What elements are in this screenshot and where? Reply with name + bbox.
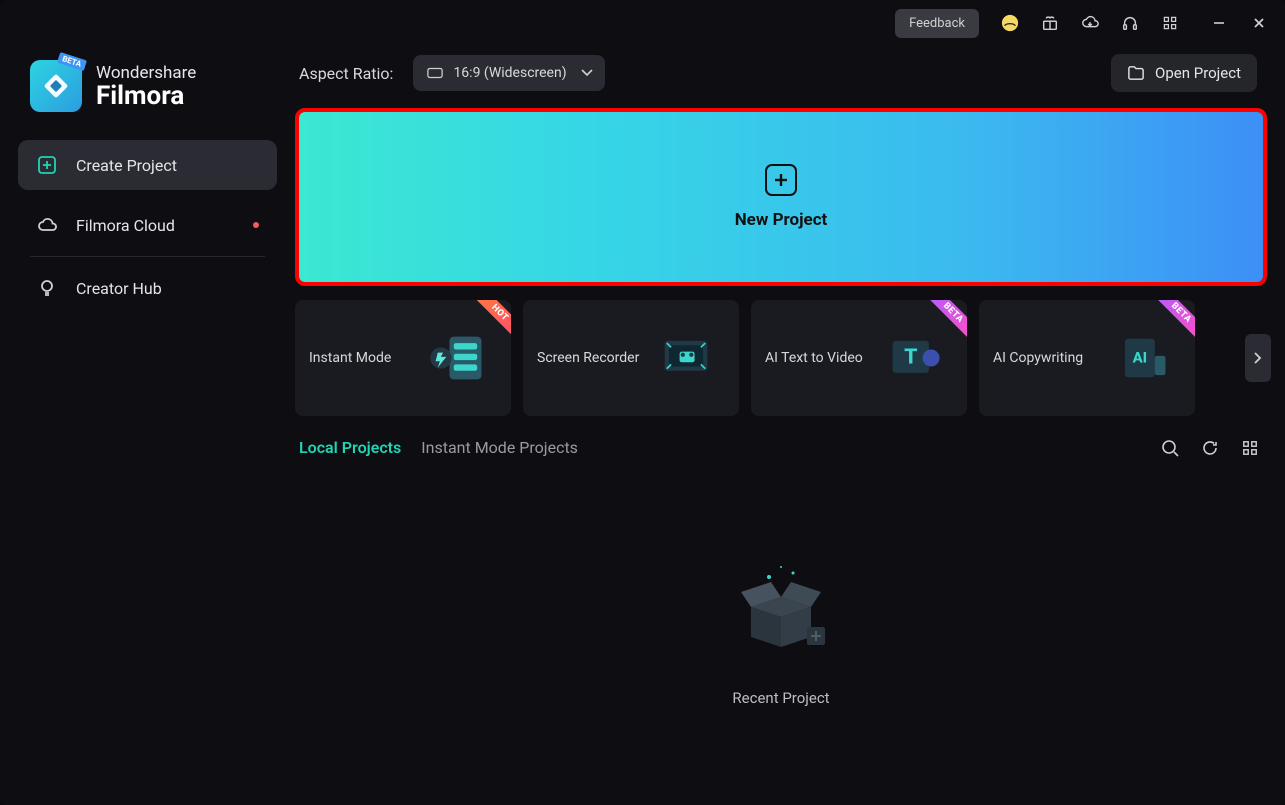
apps-grid-icon[interactable] <box>1161 14 1179 32</box>
empty-box-icon <box>721 547 841 667</box>
tab-local-projects[interactable]: Local Projects <box>299 438 401 457</box>
sidebar-item-filmora-cloud[interactable]: Filmora Cloud <box>18 200 277 250</box>
projects-toolbar <box>1161 439 1259 457</box>
new-project-highlight: New Project <box>295 108 1267 286</box>
feature-label: Instant Mode <box>309 350 391 366</box>
projects-tabs: Local Projects Instant Mode Projects <box>299 438 578 457</box>
svg-text:T: T <box>904 344 917 369</box>
cloud-download-icon[interactable] <box>1081 14 1099 32</box>
notification-dot-icon <box>253 222 259 228</box>
aspect-ratio-label: Aspect Ratio: <box>299 64 393 83</box>
copywriting-icon: AI <box>1103 319 1181 397</box>
close-button[interactable] <box>1251 15 1267 31</box>
cloud-icon <box>36 214 58 236</box>
sidebar-item-create-project[interactable]: Create Project <box>18 140 277 190</box>
empty-state-label: Recent Project <box>732 689 829 707</box>
app-window: Feedback BETA <box>0 0 1285 805</box>
instant-mode-icon <box>419 319 497 397</box>
top-row: Aspect Ratio: 16:9 (Widescreen) Open Pro… <box>295 46 1267 108</box>
feature-instant-mode[interactable]: Instant Mode HOT <box>295 300 511 416</box>
feature-ai-copywriting[interactable]: AI Copywriting AI BETA <box>979 300 1195 416</box>
open-project-button[interactable]: Open Project <box>1111 54 1257 92</box>
sidebar-item-label: Create Project <box>76 156 177 175</box>
feature-label: Screen Recorder <box>537 350 639 366</box>
aspect-ratio-group: Aspect Ratio: 16:9 (Widescreen) <box>299 55 605 91</box>
logo-mark: BETA <box>30 60 82 112</box>
window-controls <box>1211 15 1267 31</box>
feature-ai-text-to-video[interactable]: AI Text to Video T BETA <box>751 300 967 416</box>
minimize-button[interactable] <box>1211 15 1227 31</box>
titlebar: Feedback <box>0 0 1285 46</box>
new-project-label: New Project <box>735 210 828 230</box>
headphones-icon[interactable] <box>1121 14 1139 32</box>
new-project-button[interactable]: New Project <box>299 112 1263 282</box>
sidebar-item-label: Creator Hub <box>76 279 162 298</box>
main-panel: Aspect Ratio: 16:9 (Widescreen) Open Pro… <box>295 46 1285 805</box>
refresh-icon[interactable] <box>1201 439 1219 457</box>
brand-logo: BETA Wondershare Filmora <box>18 46 277 140</box>
open-project-label: Open Project <box>1155 64 1241 82</box>
aspect-ratio-select[interactable]: 16:9 (Widescreen) <box>413 55 604 91</box>
text-to-video-icon: T <box>875 319 953 397</box>
sidebar: BETA Wondershare Filmora Create Project … <box>0 46 295 805</box>
projects-tabs-row: Local Projects Instant Mode Projects <box>295 434 1267 467</box>
sidebar-item-label: Filmora Cloud <box>76 216 175 235</box>
empty-state: Recent Project <box>295 467 1267 787</box>
aspect-ratio-value: 16:9 (Widescreen) <box>453 65 566 81</box>
gift-icon[interactable] <box>1041 14 1059 32</box>
beta-badge: BETA <box>57 52 87 71</box>
feature-row: Instant Mode HOT Screen Recorder AI Text… <box>295 300 1267 416</box>
tab-instant-mode-projects[interactable]: Instant Mode Projects <box>421 438 578 457</box>
brand-bottom-text: Filmora <box>96 83 196 109</box>
chevron-down-icon <box>581 69 593 77</box>
brand-top-text: Wondershare <box>96 63 196 83</box>
bulb-icon <box>36 277 58 299</box>
svg-text:AI: AI <box>1133 348 1148 366</box>
feature-label: AI Copywriting <box>993 350 1083 366</box>
feature-screen-recorder[interactable]: Screen Recorder <box>523 300 739 416</box>
screen-recorder-icon <box>647 319 725 397</box>
sidebar-divider <box>30 256 265 257</box>
feedback-button[interactable]: Feedback <box>895 9 979 38</box>
folder-icon <box>1127 65 1145 81</box>
grid-view-icon[interactable] <box>1241 439 1259 457</box>
sidebar-item-creator-hub[interactable]: Creator Hub <box>18 263 277 313</box>
plus-square-icon <box>36 154 58 176</box>
plus-icon <box>765 164 797 196</box>
feature-label: AI Text to Video <box>765 350 863 366</box>
search-icon[interactable] <box>1161 439 1179 457</box>
feature-next-button[interactable] <box>1245 334 1271 382</box>
profile-icon[interactable] <box>1001 14 1019 32</box>
